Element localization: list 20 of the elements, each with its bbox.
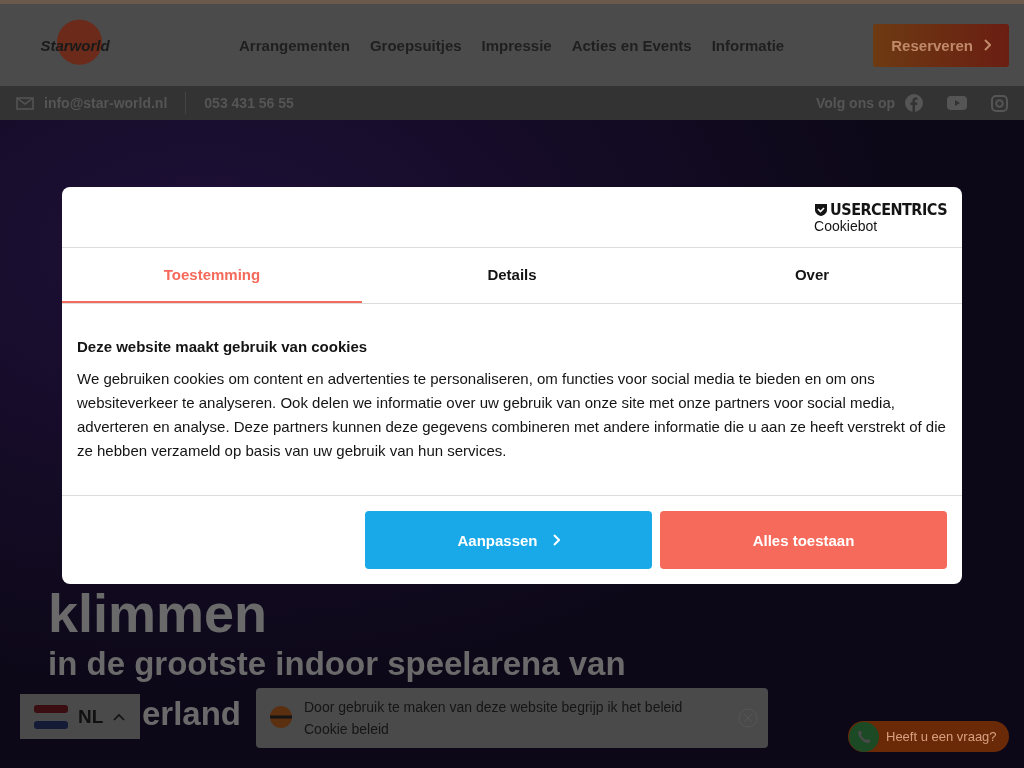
customize-button[interactable]: Aanpassen: [365, 511, 652, 569]
language-selector[interactable]: NL: [20, 694, 140, 739]
hero-heading: klimmen: [48, 586, 268, 640]
hero-heading: erland: [142, 693, 242, 734]
reserve-button[interactable]: Reserveren: [873, 23, 1009, 67]
whatsapp-icon: [848, 720, 880, 753]
flag-icon: [34, 704, 68, 729]
instagram-icon[interactable]: [991, 94, 1008, 112]
allow-all-button[interactable]: Alles toestaan: [660, 511, 947, 569]
mail-icon: [16, 96, 34, 110]
usercentrics-logo: USERCENTRICS Cookiebot: [814, 200, 947, 234]
consent-text: We gebruiken cookies om content en advertenties te personaliseren, om functies voor social media te bieden en om ons websiteverkeer te analyseren. Ook delen we informatie over uw gebruik van onze site met onze partners voor social media, adverteren en analyse. Deze partners kunnen deze gegevens combineren met andere informatie die u aan ze heeft verstrekt of die ze hebben verzameld op basis van uw gebruik van hun services.: [77, 369, 947, 461]
chevron-icon: [983, 39, 991, 51]
hero-heading: in de grootste indoor speelarena van: [48, 644, 626, 684]
facebook-icon[interactable]: [905, 94, 923, 112]
caret-icon: [113, 712, 126, 721]
chevron-icon: [551, 534, 560, 546]
consent-heading: Deze website maakt gebruik van cookies: [77, 338, 369, 355]
youtube-icon[interactable]: [947, 96, 967, 110]
chat-button[interactable]: Heeft u een vraag?: [848, 721, 1009, 752]
